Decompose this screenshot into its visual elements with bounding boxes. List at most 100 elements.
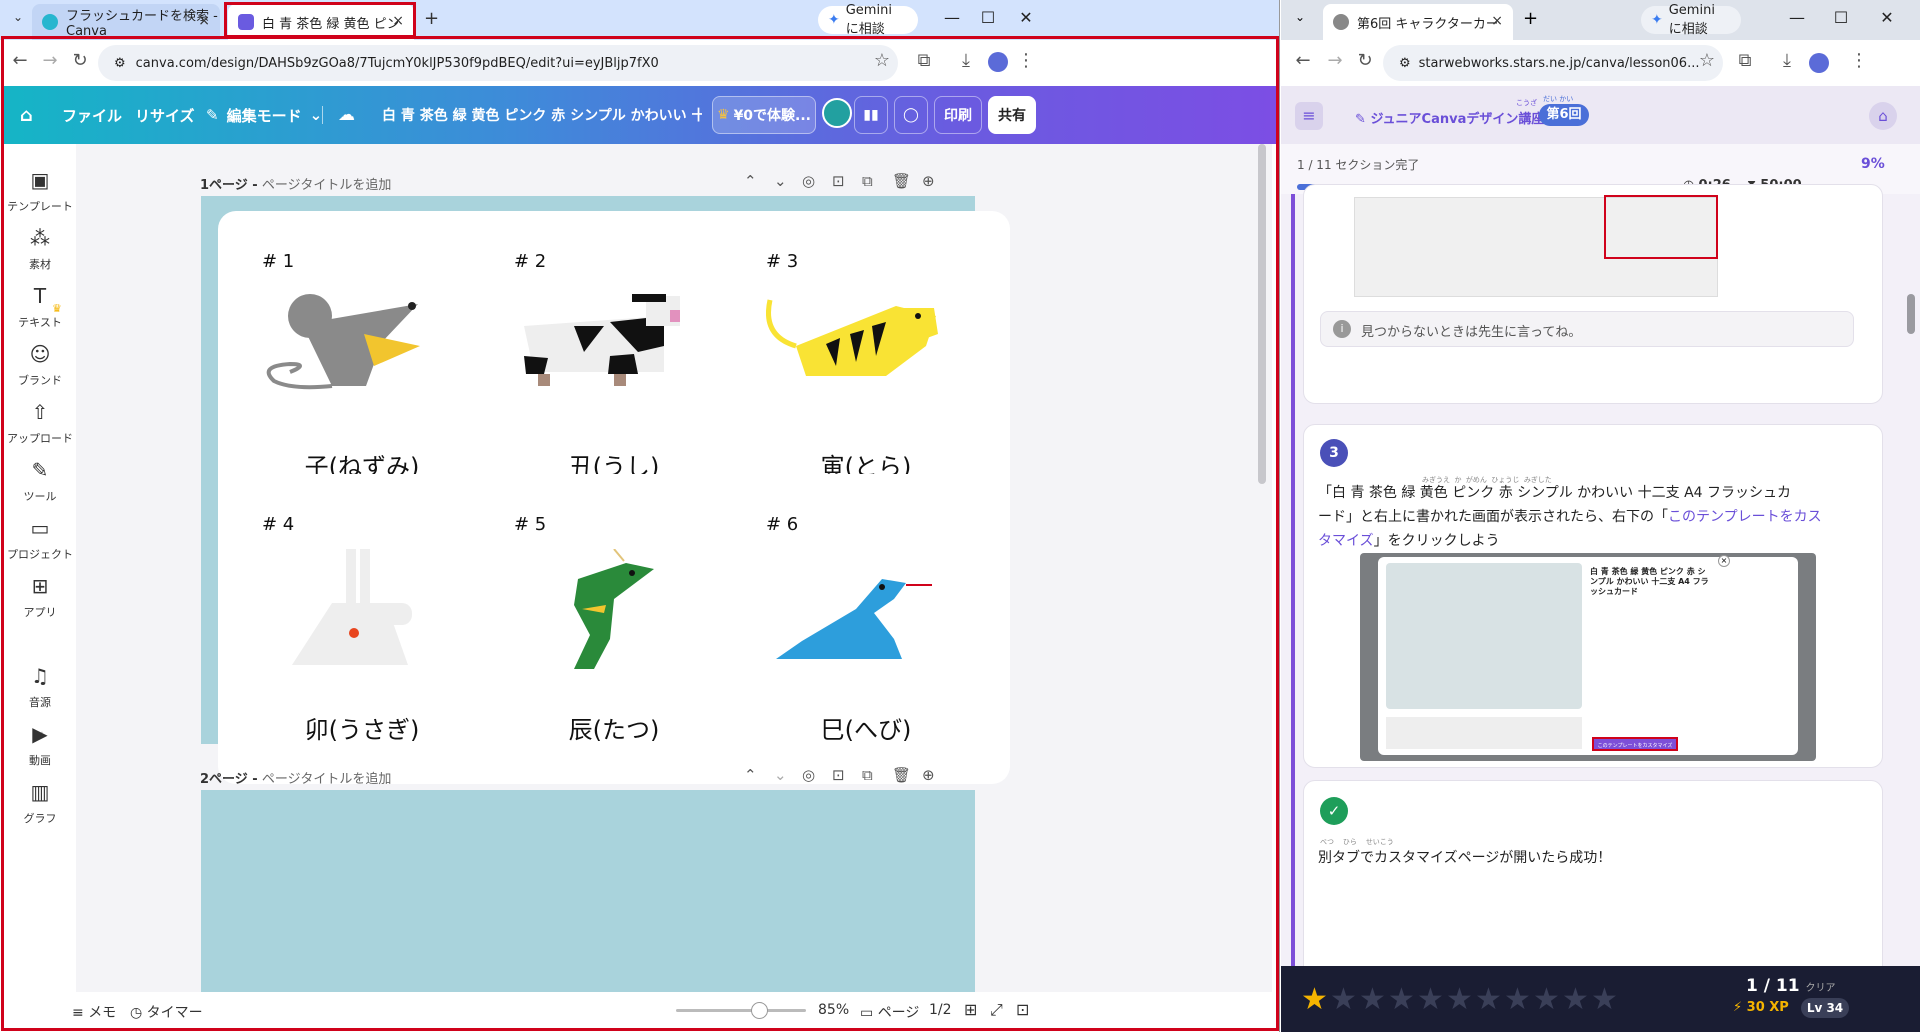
user-avatar[interactable] (822, 98, 852, 128)
gemini-button[interactable]: ✦ Gemini に相談 (818, 3, 918, 37)
sidebar-item-tools[interactable]: ✎ ツール (4, 458, 76, 504)
fullscreen-icon[interactable]: ⤢ (990, 1000, 1003, 1020)
delete-page-icon[interactable]: 🗑 (892, 172, 911, 190)
design-title[interactable]: 白 青 茶色 緑 黄色 ピンク 赤 シンプル かわいい 十二支 A4 ... (382, 86, 702, 144)
close-window-icon[interactable]: ✕ (1014, 8, 1038, 27)
right-back-icon[interactable]: ← (1291, 50, 1315, 71)
right-minimize-icon[interactable]: — (1785, 8, 1809, 27)
sidebar-item-apps[interactable]: ⊞ アプリ (4, 574, 76, 620)
sidebar-item-brand[interactable]: ☺ ブランド (4, 342, 76, 388)
zoom-percent[interactable]: 85% (818, 1002, 849, 1018)
grid-view-icon[interactable]: ⊞ (964, 1000, 977, 1019)
page-up-icon[interactable]: ⌃ (744, 172, 757, 190)
sidebar-item-text[interactable]: T テキスト (4, 284, 76, 330)
duplicate-page-icon[interactable]: ⧉ (862, 172, 873, 190)
tab-flashcard-search[interactable]: フラッシュカードを検索 - Canva × (32, 4, 220, 40)
right-bookmark-icon[interactable]: ☆ (1695, 50, 1719, 71)
page2-hide-icon[interactable]: ◎ (802, 766, 815, 784)
sidebar-item-elements[interactable]: ⁂ 素材 (4, 226, 76, 272)
page1-title-placeholder[interactable]: ページタイトルを追加 (262, 178, 391, 193)
page2-down-icon[interactable]: ⌄ (774, 766, 787, 784)
tab-search-dropdown[interactable]: ⌄ (8, 10, 28, 30)
new-tab-icon[interactable]: + (424, 8, 439, 29)
address-bar[interactable]: ⚙ canva.com/design/DAHSb9zGOa8/7TujcmY0k… (98, 45, 898, 81)
page-down-icon[interactable]: ⌄ (774, 172, 787, 190)
reload-icon[interactable]: ↻ (68, 50, 92, 71)
sidebar-item-template[interactable]: ▣ テンプレート (4, 168, 76, 214)
lesson-home-icon[interactable]: ⌂ (1869, 102, 1897, 130)
hide-page-icon[interactable]: ◎ (802, 172, 815, 190)
assistant-icon[interactable]: ⊡ (1016, 1000, 1029, 1019)
close-tab-icon[interactable]: × (392, 13, 404, 29)
lock-page-icon[interactable]: ⊡ (832, 172, 845, 190)
flashcard-rabbit[interactable]: # 4 卯(うさぎ) (218, 474, 506, 784)
right-menu-kebab-icon[interactable]: ⋮ (1847, 50, 1871, 71)
stage-scrollbar[interactable] (1258, 144, 1266, 484)
right-tab-search-dropdown[interactable]: ⌄ (1295, 10, 1305, 24)
comment-icon[interactable]: ◯ (894, 96, 928, 134)
bookmark-star-icon[interactable]: ☆ (870, 50, 894, 71)
print-button[interactable]: 印刷 (934, 96, 982, 134)
zoom-slider-handle[interactable] (750, 1002, 768, 1019)
share-button[interactable]: 共有 (988, 96, 1036, 134)
page2-lock-icon[interactable]: ⊡ (832, 766, 845, 784)
free-trial-button[interactable]: ♛ ¥0で体験... (712, 96, 816, 134)
right-scrollbar[interactable] (1907, 294, 1915, 334)
design-page-1[interactable]: # 1 子(ねずみ) # 2 丑(うし) # 3 寅(とら) # 4 卯(うさぎ… (201, 196, 1010, 784)
right-reload-icon[interactable]: ↻ (1353, 50, 1377, 71)
back-icon[interactable]: ← (8, 50, 32, 71)
profile-avatar[interactable] (988, 52, 1008, 72)
page2-title-row[interactable]: 2ページ - ページタイトルを追加 (200, 768, 391, 787)
menu-kebab-icon[interactable]: ⋮ (1014, 50, 1038, 71)
flashcard-snake[interactable]: # 6 巳(へび) (722, 474, 1010, 784)
file-menu[interactable]: ファイル (62, 86, 122, 144)
right-profile-avatar[interactable] (1809, 53, 1829, 73)
sidebar-item-upload[interactable]: ⇧ アップロード (4, 400, 76, 446)
right-address-bar[interactable]: ⚙ starwebworks.stars.ne.jp/canva/lesson0… (1383, 45, 1723, 81)
flashcard-dragon[interactable]: # 5 辰(たつ) (470, 474, 758, 784)
add-page-icon[interactable]: ⊕ (922, 172, 935, 190)
sidebar-item-projects[interactable]: ▭ プロジェクト (4, 516, 76, 562)
design-page-2[interactable] (201, 790, 975, 992)
resize-menu[interactable]: リサイズ (135, 86, 195, 144)
tab-design[interactable]: 白 青 茶色 緑 黄色 ピンク 赤 シン × (228, 4, 414, 40)
page2-delete-icon[interactable]: 🗑 (892, 766, 911, 784)
right-extensions-icon[interactable]: ⧉ (1733, 50, 1757, 71)
maximize-icon[interactable]: ☐ (976, 8, 1000, 27)
sidebar-item-music[interactable]: ♫ 音源 (4, 664, 76, 710)
timer-button[interactable]: ◷ タイマー (130, 1002, 203, 1022)
right-forward-icon[interactable]: → (1323, 50, 1347, 71)
pages-button[interactable]: ▭ ページ (860, 1002, 919, 1022)
page2-up-icon[interactable]: ⌃ (744, 766, 757, 784)
modal-close-icon[interactable]: × (1718, 555, 1730, 567)
page2-add-icon[interactable]: ⊕ (922, 766, 935, 784)
cloud-saved-icon[interactable]: ☁ (338, 86, 355, 144)
right-maximize-icon[interactable]: ☐ (1829, 8, 1853, 27)
insights-icon[interactable]: ▮▮ (854, 96, 888, 134)
customize-button[interactable]: このテンプレートをカスタマイズ (1592, 737, 1678, 751)
customize-link[interactable]: タマイズ (1318, 533, 1374, 549)
close-tab-icon[interactable]: × (1491, 13, 1503, 29)
forward-icon[interactable]: → (38, 50, 62, 71)
home-icon[interactable]: ⌂ (20, 86, 33, 144)
notes-button[interactable]: ≡ メモ (72, 1002, 116, 1022)
right-new-tab-icon[interactable]: + (1523, 8, 1538, 29)
right-close-window-icon[interactable]: ✕ (1875, 8, 1899, 27)
page2-duplicate-icon[interactable]: ⧉ (862, 766, 873, 784)
right-download-icon[interactable]: ⤓ (1775, 50, 1799, 71)
zoom-slider[interactable] (676, 1002, 806, 1019)
close-tab-icon[interactable]: × (198, 13, 210, 29)
sidebar-item-video[interactable]: ▶ 動画 (4, 722, 76, 768)
customize-link[interactable]: このテンプレートをカス (1668, 509, 1822, 525)
hamburger-menu-icon[interactable]: ≡ (1295, 102, 1323, 130)
page1-title-row[interactable]: 1ページ - ページタイトルを追加 (200, 174, 391, 193)
tab-lesson06[interactable]: 第6回 キャラクターカードを作ろう | × (1323, 4, 1513, 40)
minimize-icon[interactable]: — (940, 8, 964, 27)
sidebar-item-chart[interactable]: ▥ グラフ (4, 780, 76, 826)
edit-mode-menu[interactable]: ✎ 編集モード ⌄ (206, 86, 322, 144)
page-count[interactable]: 1/2 (929, 1002, 952, 1018)
page2-title-placeholder[interactable]: ページタイトルを追加 (262, 772, 391, 787)
right-gemini-button[interactable]: ✦ Gemini に相談 (1641, 3, 1741, 37)
download-icon[interactable]: ⤓ (954, 50, 978, 71)
extensions-icon[interactable]: ⧉ (912, 50, 936, 71)
